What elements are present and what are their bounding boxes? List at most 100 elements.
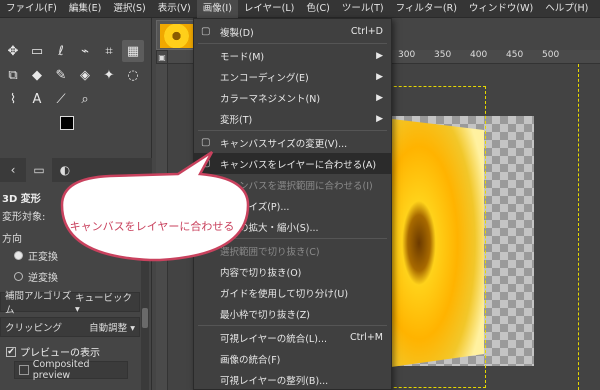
menubar-item-10[interactable]: ヘルプ(H): [539, 0, 594, 18]
fuzzy-select-icon[interactable]: ⌁: [74, 40, 96, 62]
smudge-icon[interactable]: ◌: [122, 64, 144, 86]
ruler-label: 350: [434, 50, 452, 60]
menu-item-label: 最小枠で切り抜き(Z): [220, 309, 310, 321]
menubar: ファイル(F) 編集(E) 選択(S) 表示(V) 画像(I) レイヤー(L) 色(C) ツー…: [0, 0, 600, 18]
menu-item-14[interactable]: 可視レイヤーの統合(L)... Ctrl+M: [194, 327, 391, 348]
preview-checkbox[interactable]: ✔ プレビューの表示: [6, 344, 100, 359]
menu-item-label: 変形(T): [220, 114, 253, 126]
menubar-item-6[interactable]: 色(C): [300, 0, 336, 18]
unified-transform-icon[interactable]: ▦: [122, 40, 144, 62]
radio-dot: [14, 272, 23, 281]
preview-label: プレビューの表示: [20, 348, 100, 359]
submenu-arrow-icon: ▶: [376, 113, 383, 124]
tab-device-status-icon[interactable]: ◐: [52, 158, 78, 182]
composited-preview-checkbox[interactable]: Composited preview: [14, 359, 128, 381]
menu-item-label: 印刷サイズ(P)...: [220, 201, 290, 213]
menu-item-label: キャンバスサイズの変更(V)...: [220, 138, 348, 150]
paths-icon[interactable]: ⌇: [2, 88, 24, 110]
move-icon[interactable]: ✥: [2, 40, 24, 62]
checkbox-box: [19, 365, 29, 375]
menu-separator: [198, 43, 387, 44]
image-tab[interactable]: [156, 20, 196, 50]
scrollbar-thumb[interactable]: [142, 308, 148, 328]
menubar-item-0[interactable]: ファイル(F): [0, 0, 63, 18]
menu-item-label: 内容で切り抜き(O): [220, 267, 302, 279]
menu-separator: [198, 238, 387, 239]
text-tool-icon[interactable]: A: [26, 88, 48, 110]
menubar-item-4[interactable]: 画像(I): [196, 0, 238, 18]
menu-item-5[interactable]: ▢ キャンバスサイズの変更(V)...: [194, 132, 391, 153]
menu-item-6[interactable]: ▢ キャンバスをレイヤーに合わせる(A): [194, 153, 391, 174]
direction-backward-radio[interactable]: 逆変換: [14, 269, 58, 284]
tab-tool-options-icon[interactable]: ▭: [26, 158, 52, 182]
menu-item-0[interactable]: ▢ 複製(D) Ctrl+D: [194, 21, 391, 42]
menu-item-3[interactable]: カラーマネジメント(N) ▶: [194, 87, 391, 108]
options-scrollbar[interactable]: [141, 178, 149, 390]
menu-item-2[interactable]: エンコーディング(E) ▶: [194, 66, 391, 87]
submenu-arrow-icon: ▶: [376, 92, 383, 103]
direction-forward-label: 正変換: [28, 252, 58, 263]
menu-item-label: カラーマネジメント(N): [220, 93, 321, 105]
menu-item-4[interactable]: 変形(T) ▶: [194, 108, 391, 129]
menu-item-label: ガイドを使用して切り分け(U): [220, 288, 349, 300]
eraser-icon[interactable]: ◈: [74, 64, 96, 86]
dock-tabs: ‹ ▭ ◐: [0, 158, 152, 182]
fg-bg-colors[interactable]: [60, 116, 84, 138]
tool-grid: ✥ ▭ ℓ ⌁ ⌗ ▦ ⧉ ◆ ✎ ◈ ✦ ◌ ⌇ A ⟋ ⌕: [2, 40, 144, 110]
interpolation-value: キュービック ▾: [75, 292, 133, 315]
bucket-fill-icon[interactable]: ◆: [26, 64, 48, 86]
menu-item-label: 可視レイヤーの統合(L)...: [220, 333, 327, 345]
ruler-label: 300: [398, 50, 416, 60]
chevron-down-icon: ▾: [75, 303, 80, 315]
menu-item-label: キャンバスをレイヤーに合わせる(A): [220, 159, 377, 171]
menu-item-label: 画像の統合(F): [220, 354, 281, 366]
menu-item-13[interactable]: 最小枠で切り抜き(Z): [194, 303, 391, 324]
foreground-color-swatch[interactable]: [60, 116, 74, 130]
lasso-icon[interactable]: ℓ: [50, 40, 72, 62]
menubar-item-9[interactable]: ウィンドウ(W): [463, 0, 539, 18]
checkbox-check-icon: ✔: [6, 346, 16, 357]
menu-item-label: モード(M): [220, 51, 265, 63]
interpolation-select[interactable]: 補間アルゴリズム キュービック ▾: [0, 291, 140, 316]
tool-options-title: 3D 変形: [2, 194, 41, 205]
warp-icon[interactable]: ⧉: [2, 64, 24, 86]
menu-item-8[interactable]: ▢ 印刷サイズ(P)...: [194, 195, 391, 216]
menubar-item-5[interactable]: レイヤー(L): [238, 0, 300, 18]
menu-item-12[interactable]: ガイドを使用して切り分け(U): [194, 282, 391, 303]
menubar-item-2[interactable]: 選択(S): [107, 0, 151, 18]
zoom-icon[interactable]: ⌕: [74, 88, 96, 110]
menu-item-1[interactable]: モード(M) ▶: [194, 45, 391, 66]
menu-item-7: キャンバスを選択範囲に合わせる(I): [194, 174, 391, 195]
submenu-arrow-icon: ▶: [376, 50, 383, 61]
rect-select-icon[interactable]: ▭: [26, 40, 48, 62]
menubar-item-8[interactable]: フィルター(R): [390, 0, 463, 18]
tab-scroll-left-icon[interactable]: ‹: [0, 158, 26, 182]
canvas-size-icon: ▢: [201, 137, 211, 148]
ruler-label: 500: [542, 50, 560, 60]
duplicate-icon: ▢: [201, 26, 211, 37]
clipping-value: 自動調整 ▾: [89, 323, 135, 334]
radio-dot: [14, 251, 23, 260]
image-menu-dropdown: ▢ 複製(D) Ctrl+D モード(M) ▶ エンコーディング(E) ▶ カラーマネジメント…: [193, 18, 392, 390]
submenu-arrow-icon: ▶: [376, 71, 383, 82]
menu-item-shortcut: Ctrl+D: [350, 26, 383, 37]
toolbox-panel: ✥ ▭ ℓ ⌁ ⌗ ▦ ⧉ ◆ ✎ ◈ ✦ ◌ ⌇ A ⟋ ⌕ ‹ ▭ ◐ 3D 変形 変形対象: 方向 正変…: [0, 18, 152, 390]
color-picker-icon[interactable]: ⟋: [50, 88, 72, 110]
direction-forward-radio[interactable]: 正変換: [14, 248, 58, 263]
menu-item-16[interactable]: 可視レイヤーの整列(B)...: [194, 369, 391, 390]
fit-canvas-icon: ▢: [201, 158, 211, 169]
crop-icon[interactable]: ⌗: [98, 40, 120, 62]
clipping-select[interactable]: クリッピング 自動調整 ▾: [0, 317, 140, 337]
paintbrush-icon[interactable]: ✎: [50, 64, 72, 86]
direction-label: 方向: [2, 234, 22, 245]
menu-item-shortcut: Ctrl+M: [349, 332, 383, 343]
menubar-item-1[interactable]: 編集(E): [63, 0, 107, 18]
menubar-item-7[interactable]: ツール(T): [336, 0, 390, 18]
menu-item-11[interactable]: 内容で切り抜き(O): [194, 261, 391, 282]
menu-item-10: 選択範囲で切り抜き(C): [194, 240, 391, 261]
clone-icon[interactable]: ✦: [98, 64, 120, 86]
quick-mask-icon[interactable]: ▣: [156, 50, 168, 64]
menubar-item-3[interactable]: 表示(V): [152, 0, 197, 18]
menu-item-15[interactable]: 画像の統合(F): [194, 348, 391, 369]
transform-target-label: 変形対象:: [2, 212, 46, 223]
